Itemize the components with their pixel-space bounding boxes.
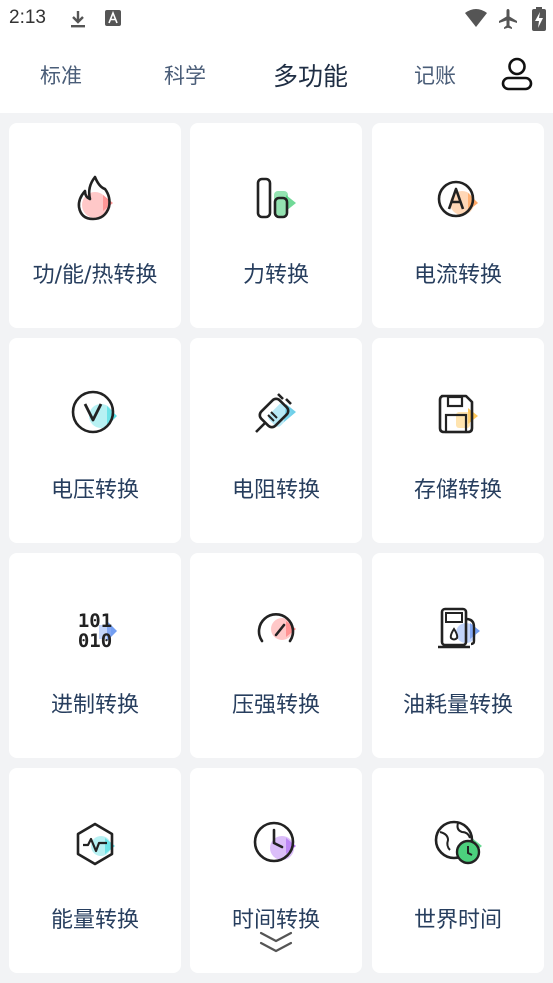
floppy-disk-icon: [438, 394, 478, 434]
ampere-icon: [437, 180, 478, 218]
card-voltage[interactable]: 电压转换: [9, 338, 181, 543]
chevron-double-down-icon[interactable]: [258, 930, 294, 956]
voltage-icon: [71, 390, 117, 434]
card-fuel-consumption[interactable]: 油耗量转换: [372, 553, 544, 758]
tab-standard[interactable]: 标准: [40, 60, 82, 90]
card-label: 力转换: [242, 263, 309, 288]
tab-scientific[interactable]: 科学: [164, 60, 206, 90]
card-label: 世界时间: [413, 908, 502, 933]
status-bar: 2:13: [0, 0, 553, 38]
airplane-icon: [499, 9, 517, 29]
card-label: 电压转换: [50, 478, 139, 503]
card-label: 进制转换: [50, 693, 139, 718]
keyboard-a-icon: [105, 10, 121, 26]
card-label: 电阻转换: [231, 478, 320, 503]
card-label: 功/能/热转换: [32, 263, 158, 288]
card-label: 能量转换: [50, 908, 139, 933]
pressure-gauge-icon: [257, 613, 296, 643]
download-icon: [71, 11, 85, 28]
card-label: 油耗量转换: [402, 693, 513, 718]
card-number-base[interactable]: 101 010 进制转换: [9, 553, 181, 758]
globe-clock-icon: [434, 820, 482, 865]
svg-text:010: 010: [78, 630, 112, 652]
card-force[interactable]: 力转换: [190, 123, 362, 328]
plug-icon: [255, 393, 296, 433]
card-storage[interactable]: 存储转换: [372, 338, 544, 543]
tab-multifunction[interactable]: 多功能: [273, 57, 348, 93]
wifi-icon: [465, 9, 487, 27]
status-time: 2:13: [9, 7, 46, 28]
flame-icon: [77, 175, 113, 221]
card-resistance[interactable]: 电阻转换: [190, 338, 362, 543]
card-label: 电流转换: [413, 263, 502, 288]
battery-charging-icon: [532, 7, 546, 31]
card-pressure[interactable]: 压强转换: [190, 553, 362, 758]
card-label: 存储转换: [413, 478, 502, 503]
clock-icon: [253, 821, 296, 863]
mode-tabbar: 标准 科学 多功能 记账: [0, 38, 553, 113]
card-label: 压强转换: [231, 693, 320, 718]
user-icon[interactable]: [501, 57, 533, 91]
card-work-energy-heat[interactable]: 功/能/热转换: [9, 123, 181, 328]
fuel-pump-icon: [438, 607, 480, 649]
svg-text:101: 101: [78, 610, 112, 632]
binary-icon: 101 010: [78, 610, 117, 652]
card-current[interactable]: 电流转换: [372, 123, 544, 328]
force-bars-icon: [256, 177, 296, 219]
energy-hexagon-icon: [76, 822, 115, 866]
card-energy[interactable]: 能量转换: [9, 768, 181, 973]
tab-accounting[interactable]: 记账: [414, 60, 456, 90]
card-world-time[interactable]: 世界时间: [372, 768, 544, 973]
